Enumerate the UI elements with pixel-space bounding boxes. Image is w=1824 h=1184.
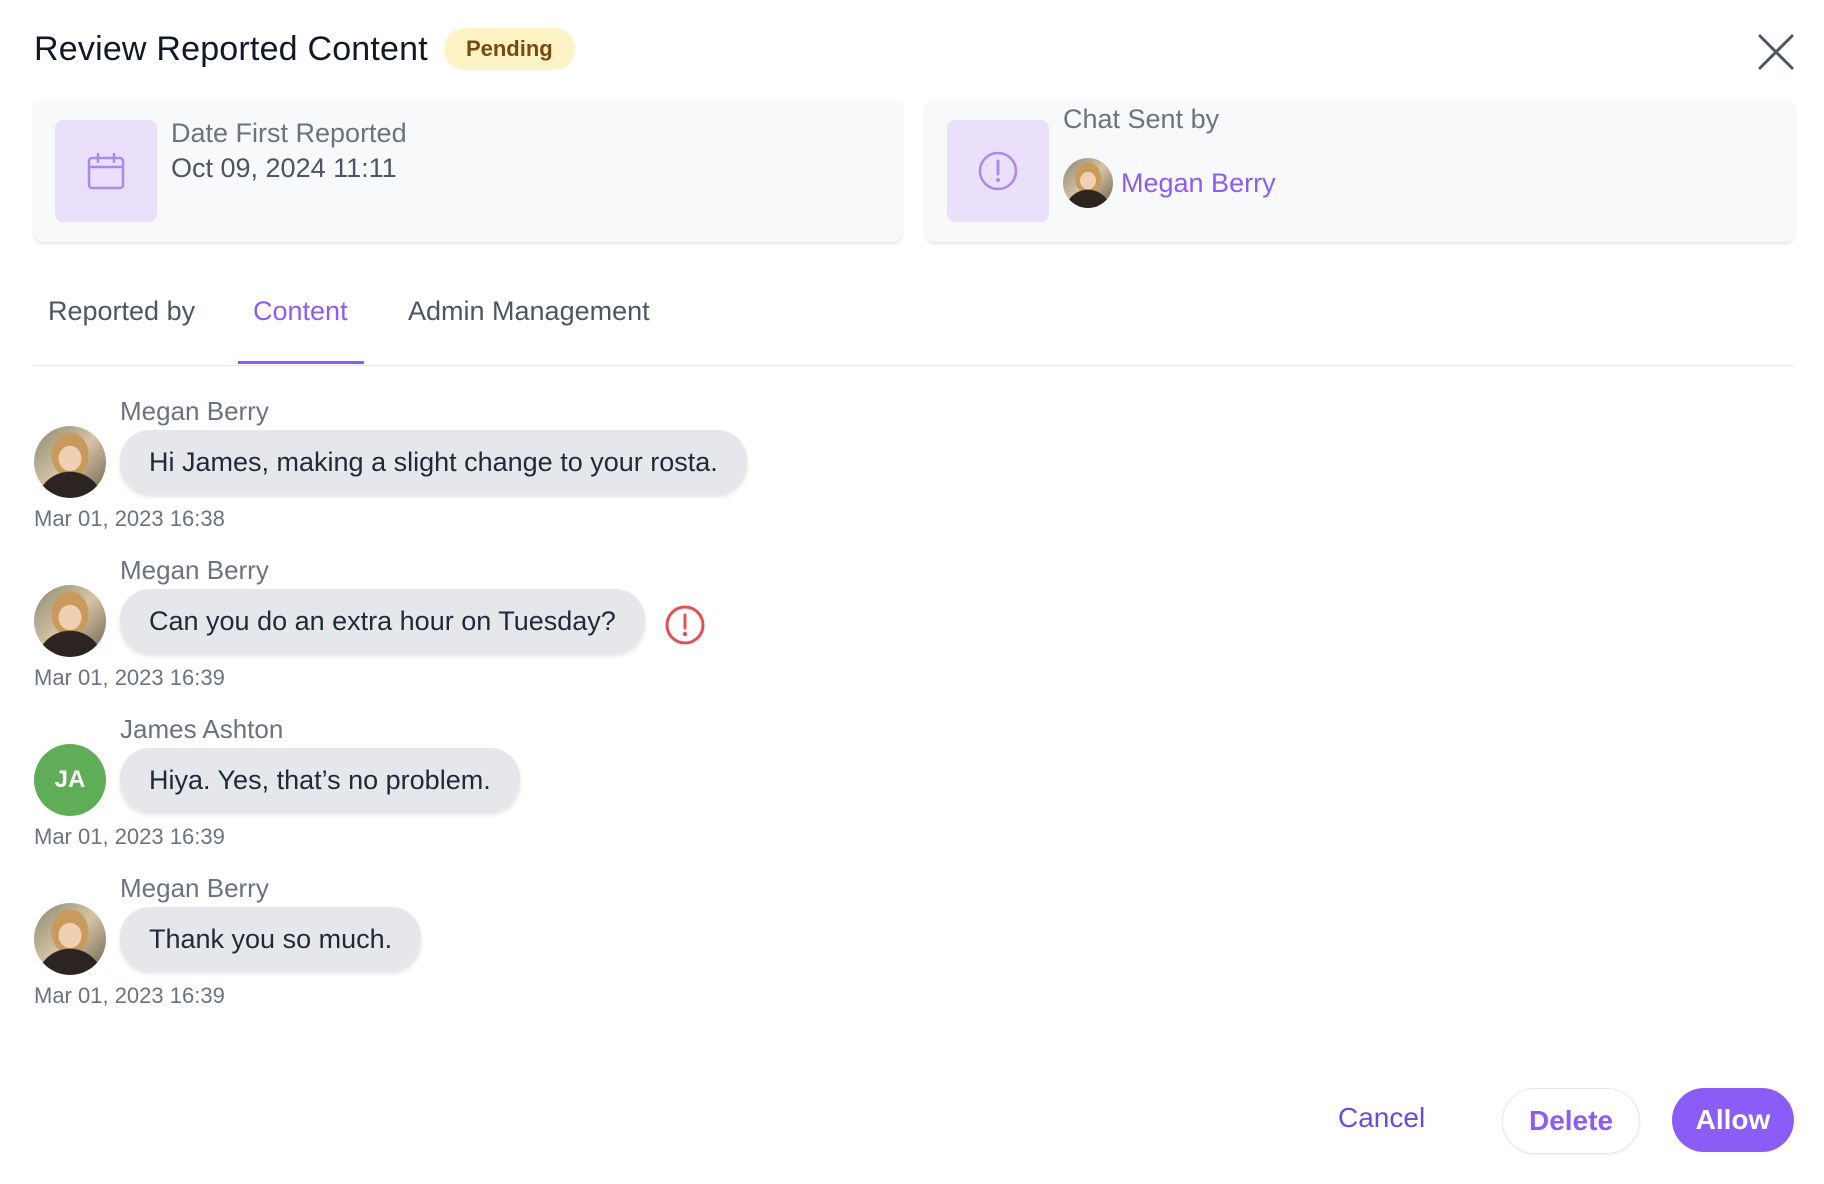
message-sender: Megan Berry: [120, 396, 269, 426]
status-badge: Pending: [443, 28, 575, 70]
message-timestamp: Mar 01, 2023 16:39: [34, 665, 225, 690]
modal-header: Review Reported Content Pending: [34, 28, 575, 70]
initials-avatar: JA: [34, 744, 106, 816]
message-timestamp: Mar 01, 2023 16:38: [34, 506, 225, 531]
message-bubble: Hiya. Yes, that’s no problem.: [120, 748, 520, 812]
active-tab-indicator: [238, 361, 364, 364]
message-bubble: Thank you so much.: [120, 907, 422, 971]
calendar-icon-box: [55, 120, 157, 222]
message-timestamp: Mar 01, 2023 16:39: [34, 983, 225, 1008]
allow-button[interactable]: Allow: [1672, 1088, 1794, 1152]
sender-name-link[interactable]: Megan Berry: [1121, 168, 1276, 199]
page-title: Review Reported Content: [34, 29, 428, 68]
message-sender: Megan Berry: [120, 873, 269, 903]
message-sender: James Ashton: [120, 714, 284, 744]
chat-sender-label: Chat Sent by: [1063, 104, 1220, 134]
close-icon: [1758, 34, 1794, 70]
close-button[interactable]: [1754, 30, 1798, 74]
date-reported-value: Oct 09, 2024 11:11: [171, 153, 397, 183]
delete-button[interactable]: Delete: [1502, 1088, 1640, 1154]
reported-alert-icon[interactable]: [664, 604, 706, 646]
message-timestamp: Mar 01, 2023 16:39: [34, 824, 225, 849]
sender-row: Megan Berry: [1063, 158, 1276, 208]
avatar: [34, 426, 106, 498]
avatar: [34, 585, 106, 657]
calendar-icon: [87, 152, 125, 190]
alert-circle-icon: [978, 151, 1018, 191]
date-reported-card: Date First Reported Oct 09, 2024 11:11: [34, 100, 902, 242]
tab-bar: Reported by Content Admin Management: [34, 290, 1794, 366]
message-sender: Megan Berry: [120, 555, 269, 585]
tab-content[interactable]: Content: [253, 296, 348, 327]
avatar: [34, 903, 106, 975]
chat-sender-card: Chat Sent by Megan Berry: [926, 100, 1794, 242]
message-bubble: Can you do an extra hour on Tuesday?: [120, 589, 645, 653]
tab-admin-management[interactable]: Admin Management: [408, 296, 650, 327]
date-reported-label: Date First Reported: [171, 118, 407, 148]
cancel-button[interactable]: Cancel: [1338, 1102, 1425, 1134]
message-bubble: Hi James, making a slight change to your…: [120, 430, 747, 494]
tab-reported-by[interactable]: Reported by: [48, 296, 195, 327]
avatar: [1063, 158, 1113, 208]
alert-icon-box: [947, 120, 1049, 222]
